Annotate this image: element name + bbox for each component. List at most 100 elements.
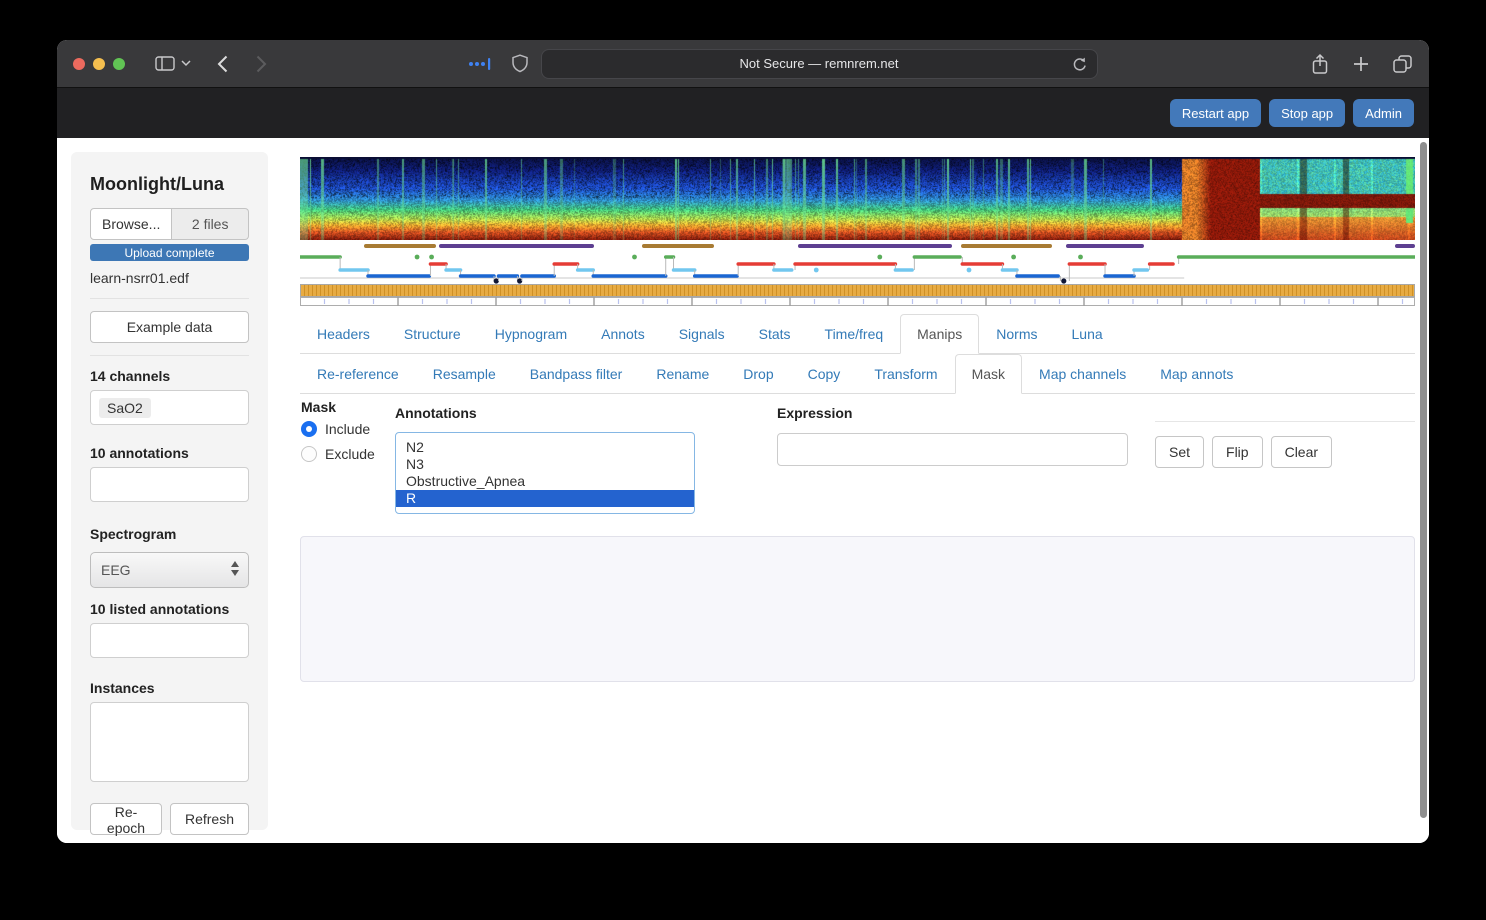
admin-button[interactable]: Admin <box>1353 99 1414 127</box>
hypnogram-plot[interactable] <box>300 252 1415 284</box>
tab-norms[interactable]: Norms <box>979 314 1054 354</box>
window-scrollbar-thumb[interactable] <box>1420 142 1427 818</box>
spectrogram-channel-value: EEG <box>101 562 131 578</box>
stop-app-button[interactable]: Stop app <box>1269 99 1346 127</box>
manips-subtab-bar: Re-reference Resample Bandpass filter Re… <box>300 354 1415 394</box>
divider <box>90 298 249 299</box>
expression-input[interactable] <box>777 433 1128 466</box>
tab-luna[interactable]: Luna <box>1055 314 1120 354</box>
annotation-bar <box>1394 244 1415 248</box>
annotations-select-input[interactable] <box>90 467 249 502</box>
annotation-bar <box>1066 244 1145 248</box>
tab-overview-icon[interactable] <box>1392 54 1413 74</box>
example-data-button[interactable]: Example data <box>90 311 249 343</box>
refresh-button[interactable]: Refresh <box>169 803 249 835</box>
divider <box>90 355 249 356</box>
flip-button[interactable]: Flip <box>1212 436 1263 468</box>
zoom-button[interactable] <box>113 57 125 70</box>
spectrogram-label: Spectrogram <box>90 526 177 542</box>
annotation-interval-bars <box>300 240 1415 252</box>
tab-group-icon[interactable] <box>468 57 491 71</box>
subtab-drop[interactable]: Drop <box>726 354 790 394</box>
radio-unselected-icon[interactable] <box>301 446 317 462</box>
close-button[interactable] <box>73 57 85 70</box>
privacy-shield-icon[interactable] <box>511 54 529 73</box>
main-tab-bar: Headers Structure Hypnogram Annots Signa… <box>300 314 1415 354</box>
files-count-badge: 2 files <box>172 208 249 240</box>
tab-stats[interactable]: Stats <box>742 314 808 354</box>
listbox-option-n3[interactable]: N3 <box>396 456 694 473</box>
set-button[interactable]: Set <box>1155 436 1205 468</box>
desktop-background: Not Secure — remnrem.net Restart app Sto… <box>0 0 1486 920</box>
listbox-option-obstructive-apnea[interactable]: Obstructive_Apnea <box>396 473 694 490</box>
share-icon[interactable] <box>1310 53 1330 75</box>
subtab-transform[interactable]: Transform <box>857 354 954 394</box>
tab-headers[interactable]: Headers <box>300 314 387 354</box>
new-tab-icon[interactable] <box>1352 55 1370 73</box>
tab-manips[interactable]: Manips <box>900 314 980 354</box>
mask-output-panel <box>300 536 1415 682</box>
tab-annots[interactable]: Annots <box>584 314 662 354</box>
eeg-spectrogram[interactable] <box>300 157 1415 240</box>
spectrogram-channel-select[interactable]: EEG <box>90 552 249 588</box>
browser-window: Not Secure — remnrem.net Restart app Sto… <box>57 40 1429 843</box>
mask-panel: Mask Include Exclude Annotations N2 N3 O… <box>300 397 1415 518</box>
subtab-rename[interactable]: Rename <box>639 354 726 394</box>
listed-annotations-input[interactable] <box>90 623 249 658</box>
channels-select-input[interactable]: SaO2 <box>90 390 249 425</box>
instances-label: Instances <box>90 680 155 696</box>
annotations-listbox[interactable]: N2 N3 Obstructive_Apnea R <box>395 432 695 514</box>
subtab-map-annots[interactable]: Map annots <box>1143 354 1250 394</box>
subtab-resample[interactable]: Resample <box>416 354 513 394</box>
listbox-option-n2[interactable]: N2 <box>396 439 694 456</box>
reload-icon[interactable] <box>1071 56 1088 73</box>
browser-toolbar: Not Secure — remnrem.net <box>57 40 1429 88</box>
back-button-icon[interactable] <box>217 55 228 73</box>
forward-button-icon[interactable] <box>256 55 267 73</box>
time-ruler <box>300 297 1415 306</box>
mask-section-label: Mask <box>301 399 337 415</box>
tab-structure[interactable]: Structure <box>387 314 478 354</box>
subtab-mask[interactable]: Mask <box>954 354 1023 394</box>
exclude-radio[interactable]: Exclude <box>301 446 375 462</box>
subtab-map-channels[interactable]: Map channels <box>1022 354 1143 394</box>
tab-signals[interactable]: Signals <box>662 314 742 354</box>
tab-timefreq[interactable]: Time/freq <box>808 314 901 354</box>
restart-app-button[interactable]: Restart app <box>1169 99 1262 127</box>
subtab-bandpass-filter[interactable]: Bandpass filter <box>513 354 640 394</box>
chevron-down-icon[interactable] <box>181 60 191 67</box>
browse-button[interactable]: Browse... <box>90 208 173 240</box>
address-bar-text: Not Secure — remnrem.net <box>739 56 899 71</box>
channels-count-label: 14 channels <box>90 368 171 384</box>
instances-textarea[interactable] <box>90 702 249 782</box>
annotation-bar <box>439 244 595 248</box>
expression-label: Expression <box>777 405 853 421</box>
annotation-bar <box>642 244 714 248</box>
reepoch-button[interactable]: Re-epoch <box>90 803 162 836</box>
divider <box>1155 421 1415 422</box>
uploaded-filename: learn-nsrr01.edf <box>90 270 189 286</box>
app-header: Restart app Stop app Admin <box>57 88 1429 138</box>
radio-selected-icon[interactable] <box>301 421 317 437</box>
clear-button[interactable]: Clear <box>1270 436 1333 468</box>
tab-hypnogram[interactable]: Hypnogram <box>478 314 584 354</box>
channel-tag[interactable]: SaO2 <box>99 397 151 418</box>
subtab-copy[interactable]: Copy <box>791 354 858 394</box>
listbox-option-r-selected[interactable]: R <box>396 490 694 507</box>
annotations-count-label: 10 annotations <box>90 445 189 461</box>
address-bar[interactable]: Not Secure — remnrem.net <box>540 48 1098 79</box>
select-stepper-icon <box>231 561 239 576</box>
file-upload-group: Browse... 2 files <box>90 208 249 240</box>
page-body: Moonlight/Luna Browse... 2 files Upload … <box>57 138 1429 843</box>
epoch-mask-band[interactable] <box>300 284 1415 297</box>
annotation-bar <box>798 244 953 248</box>
app-title: Moonlight/Luna <box>90 174 224 194</box>
subtab-rereference[interactable]: Re-reference <box>300 354 416 394</box>
upload-progress-bar: Upload complete <box>90 244 249 261</box>
main-content: Headers Structure Hypnogram Annots Signa… <box>300 157 1415 682</box>
minimize-button[interactable] <box>93 57 105 70</box>
sidebar-toggle-icon[interactable] <box>155 55 175 72</box>
sidebar: Moonlight/Luna Browse... 2 files Upload … <box>71 152 268 836</box>
annotation-bar <box>961 244 1052 248</box>
include-radio[interactable]: Include <box>301 421 370 437</box>
